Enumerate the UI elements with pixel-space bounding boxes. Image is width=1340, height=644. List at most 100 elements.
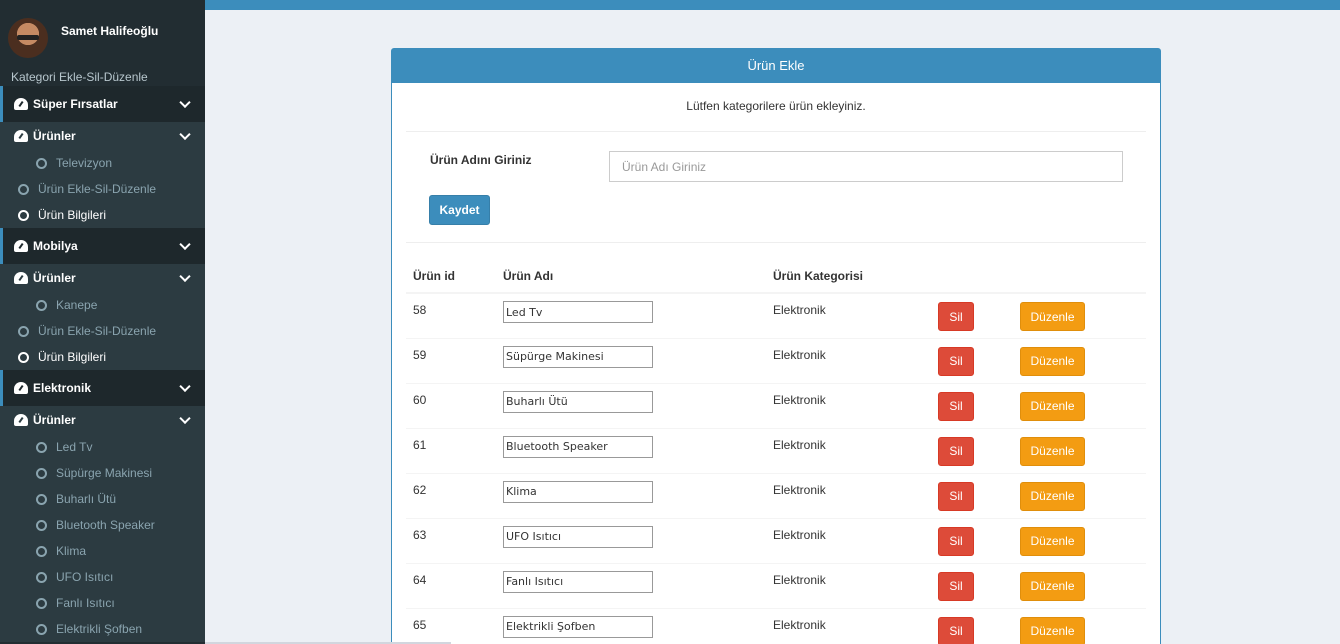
product-id: 60 (406, 382, 496, 428)
edit-button[interactable]: Düzenle (1020, 346, 1085, 376)
product-name-field[interactable] (503, 435, 653, 458)
product-table: Ürün id Ürün Adı Ürün Kategorisi 58 Elekt… (406, 260, 1146, 644)
sidebar-item-klima[interactable]: Klima (0, 538, 205, 564)
table-row: 63 ElektronikSil Düzenle (406, 517, 1146, 563)
sidebar-item-label: Televizyon (56, 156, 113, 170)
delete-button[interactable]: Sil (938, 526, 974, 556)
sidebar-item-kanepe[interactable]: Kanepe (0, 292, 205, 318)
sidebar-item-urun-bilgileri[interactable]: Ürün Bilgileri (0, 344, 205, 370)
delete-button[interactable]: Sil (938, 302, 974, 331)
product-id: 59 (406, 337, 496, 383)
submenu-urunler[interactable]: Ürünler (0, 122, 205, 150)
column-header-name: Ürün Adı (496, 260, 766, 294)
circle-icon (36, 299, 47, 311)
delete-button[interactable]: Sil (938, 481, 974, 511)
delete-button[interactable]: Sil (938, 571, 974, 601)
circle-icon (18, 209, 29, 221)
sidebar-item-led-tv[interactable]: Led Tv (0, 434, 205, 460)
table-header-row: Ürün id Ürün Adı Ürün Kategorisi (406, 260, 1146, 294)
table-row: 59 ElektronikSil Düzenle (406, 337, 1146, 383)
edit-button[interactable]: Düzenle (1020, 481, 1085, 511)
sidebar-item-supurge[interactable]: Süpürge Makinesi (0, 460, 205, 486)
sidebar-item-label: Buharlı Ütü (56, 492, 117, 506)
edit-button[interactable]: Düzenle (1020, 616, 1085, 644)
sidebar-item-ufo[interactable]: UFO Isıtıcı (0, 564, 205, 590)
delete-button[interactable]: Sil (938, 616, 974, 644)
dashboard-icon (14, 240, 28, 252)
product-name-field[interactable] (503, 345, 653, 368)
sidebar-item-urun-ekle[interactable]: Ürün Ekle-Sil-Düzenle (0, 318, 205, 344)
product-name-field[interactable] (503, 525, 653, 548)
menu-super-firsatlar[interactable]: Süper Fırsatlar (0, 86, 205, 122)
product-name-field[interactable] (503, 570, 653, 593)
top-navbar (205, 0, 1340, 10)
divider (406, 131, 1146, 132)
edit-cell: Düzenle (1014, 607, 1146, 644)
panel-intro: Lütfen kategorilere ürün ekleyiniz. (686, 99, 866, 113)
product-category: Elektronik (766, 382, 931, 428)
product-name-input[interactable] (609, 151, 1123, 182)
column-header-edit (1014, 260, 1146, 294)
delete-cell: Sil (931, 427, 1014, 473)
sidebar-item-label: Ürün Bilgileri (38, 350, 107, 364)
product-name-field[interactable] (503, 480, 653, 503)
column-header-delete (931, 260, 1014, 294)
sidebar-item-televizyon[interactable]: Televizyon (0, 150, 205, 176)
table-body: 58ElektronikSilDüzenle59ElektronikSilDüz… (406, 292, 1146, 644)
dashboard-icon (14, 272, 28, 284)
dashboard-icon (14, 382, 28, 394)
circle-icon (36, 571, 47, 583)
edit-button[interactable]: Düzenle (1020, 436, 1085, 466)
edit-button[interactable]: Düzenle (1020, 571, 1085, 601)
circle-icon (18, 351, 29, 363)
product-name-label: Ürün Adını Giriniz (430, 153, 532, 167)
circle-icon (36, 545, 47, 557)
delete-button[interactable]: Sil (938, 436, 974, 466)
sidebar-item-label: Led Tv (56, 440, 93, 454)
sidebar-item-label: Ürün Ekle-Sil-Düzenle (38, 324, 157, 338)
edit-cell: Düzenle (1014, 292, 1146, 338)
sidebar-item-speaker[interactable]: Bluetooth Speaker (0, 512, 205, 538)
edit-button[interactable]: Düzenle (1020, 391, 1085, 421)
chevron-down-icon (179, 96, 191, 109)
product-name-field[interactable] (503, 301, 653, 323)
product-id: 64 (406, 562, 496, 608)
edit-button[interactable]: Düzenle (1020, 302, 1085, 331)
menu-elektronik[interactable]: Elektronik (0, 370, 205, 406)
sidebar-item-sofben[interactable]: Elektrikli Şofben (0, 616, 205, 642)
sidebar-item-urun-bilgileri[interactable]: Ürün Bilgileri (0, 202, 205, 228)
product-category: Elektronik (766, 562, 931, 608)
product-name-field[interactable] (503, 615, 653, 638)
submenu-urunler[interactable]: Ürünler (0, 264, 205, 292)
circle-icon (18, 183, 29, 195)
chevron-down-icon (179, 412, 191, 425)
dashboard-icon (14, 130, 28, 142)
sidebar-item-utu[interactable]: Buharlı Ütü (0, 486, 205, 512)
product-name-field[interactable] (503, 390, 653, 413)
sidebar-item-fanli[interactable]: Fanlı Isıtıcı (0, 590, 205, 616)
save-button[interactable]: Kaydet (429, 195, 490, 225)
column-header-category: Ürün Kategorisi (766, 260, 931, 294)
delete-button[interactable]: Sil (938, 346, 974, 376)
product-category: Elektronik (766, 427, 931, 473)
sidebar-item-label: Ürün Ekle-Sil-Düzenle (38, 182, 157, 196)
submenu-urunler[interactable]: Ürünler (0, 406, 205, 434)
circle-icon (36, 493, 47, 505)
circle-icon (36, 157, 47, 169)
edit-button[interactable]: Düzenle (1020, 526, 1085, 556)
product-id: 58 (406, 292, 496, 338)
sidebar-item-urun-ekle[interactable]: Ürün Ekle-Sil-Düzenle (0, 176, 205, 202)
table-row: 65 ElektronikSil Düzenle (406, 607, 1146, 644)
product-name-cell (496, 382, 766, 428)
sidebar-item-label: Ürün Bilgileri (38, 208, 107, 222)
submenu-label: Ürünler (33, 129, 76, 143)
chevron-down-icon (179, 128, 191, 141)
delete-cell: Sil (931, 382, 1014, 428)
sidebar-item-label: Klima (56, 544, 87, 558)
menu-mobilya[interactable]: Mobilya (0, 228, 205, 264)
delete-button[interactable]: Sil (938, 391, 974, 421)
product-id: 62 (406, 472, 496, 518)
delete-cell: Sil (931, 292, 1014, 338)
sidebar-item-label: Bluetooth Speaker (56, 518, 155, 532)
menu-label: Elektronik (33, 381, 92, 395)
